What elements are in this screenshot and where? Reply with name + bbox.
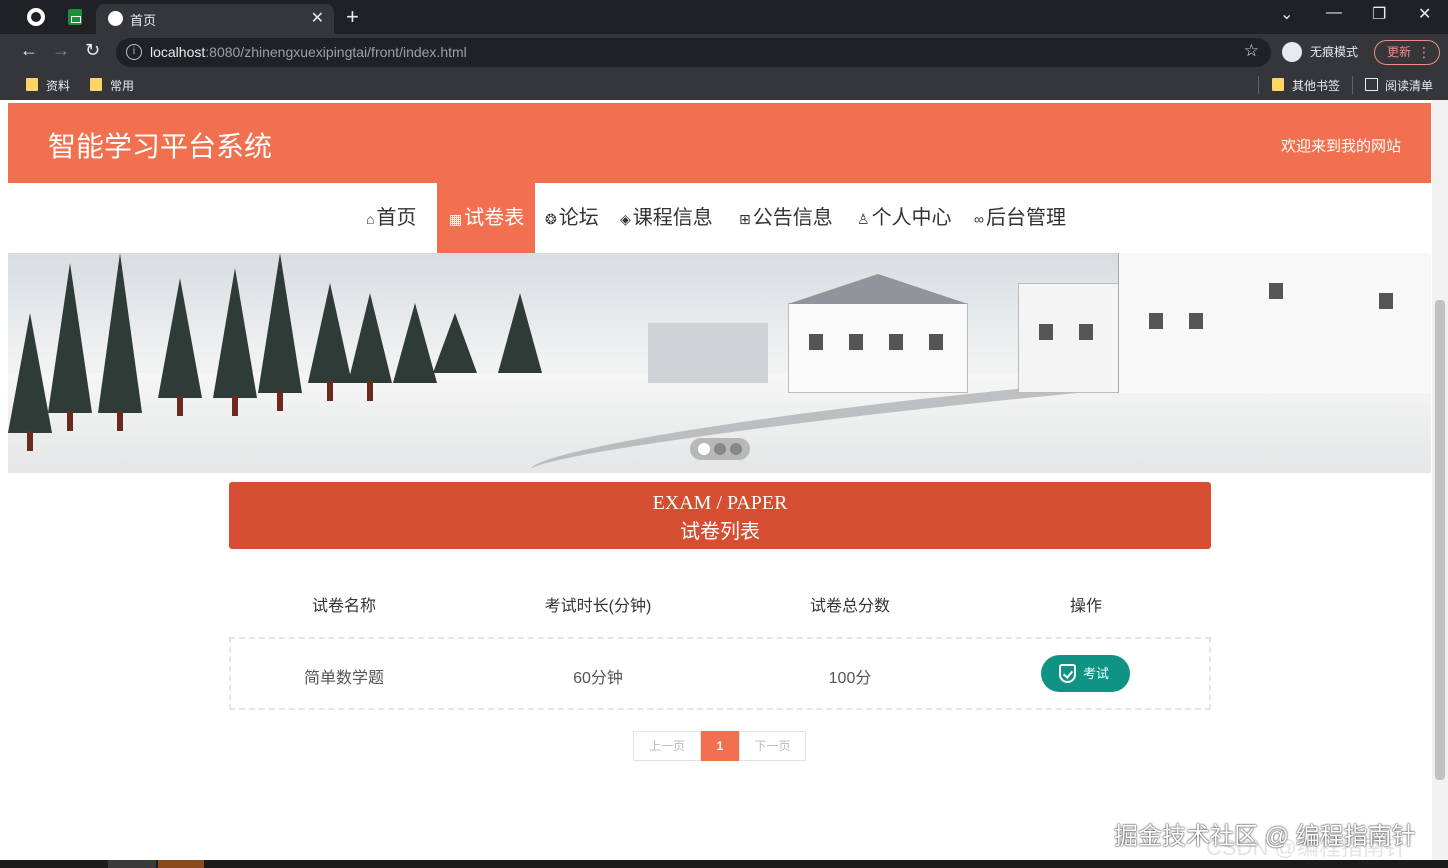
star-icon[interactable]: ☆ <box>1244 41 1259 61</box>
carousel-indicator <box>690 438 750 460</box>
home-icon: ⌂ <box>366 211 375 227</box>
scrollbar-thumb[interactable] <box>1435 300 1445 780</box>
main-nav: ⌂ 首页 ▦ 试卷表 ❂ 论坛 ◈ 课程信息 ⊞ 公告信息 ♙ 个人中心 ∞ 后台管理 <box>8 183 1431 253</box>
restore-button[interactable]: ❐ <box>1372 4 1386 24</box>
url-text[interactable]: localhost:8080/zhinengxuexipingtai/front… <box>150 44 467 60</box>
page-viewport: 智能学习平台系统 欢迎来到我的网站 ⌂ 首页 ▦ 试卷表 ❂ 论坛 ◈ 课程信息 ⊞ 公告… <box>0 100 1448 860</box>
carousel-dot[interactable] <box>714 443 726 455</box>
banner-trees <box>8 253 568 453</box>
nav-item-exam[interactable]: ▦ 试卷表 <box>437 183 535 253</box>
chevron-down-icon[interactable]: ⌄ <box>1280 4 1293 24</box>
prev-page-button[interactable]: 上一页 <box>633 731 701 761</box>
welcome-text: 欢迎来到我的网站 <box>1280 139 1401 155</box>
exam-score: 100分 <box>828 670 872 687</box>
info-icon[interactable]: i <box>126 44 142 60</box>
column-header: 试卷名称 <box>311 598 376 615</box>
nav-item-forum[interactable]: ❂ 论坛 <box>545 183 599 253</box>
active-tab[interactable]: 首页 ✕ <box>96 4 334 34</box>
nav-item-profile[interactable]: ♙ 个人中心 <box>857 183 952 253</box>
sheets-tab-icon[interactable] <box>68 9 82 25</box>
banner-buildings <box>648 253 1431 393</box>
incognito-indicator[interactable]: 无痕模式 <box>1280 40 1358 64</box>
update-button[interactable]: 更新 <box>1374 40 1440 65</box>
browser-tab-strip: 首页 ✕ + ⌄ — ❐ ✕ <box>0 0 1448 34</box>
back-button[interactable]: ← <box>20 40 38 61</box>
nav-item-course[interactable]: ◈ 课程信息 <box>620 183 713 253</box>
start-exam-button[interactable]: 考试 <box>1041 655 1130 692</box>
other-bookmarks[interactable]: 其他书签 <box>1270 77 1340 94</box>
tab-title: 首页 <box>130 13 157 28</box>
exam-name: 简单数学题 <box>303 670 384 687</box>
nav-item-notice[interactable]: ⊞ 公告信息 <box>739 183 833 253</box>
column-header: 考试时长(分钟) <box>544 598 652 615</box>
exam-duration: 60分钟 <box>573 670 623 687</box>
reading-list[interactable]: 阅读清单 <box>1363 77 1433 94</box>
divider <box>1352 76 1353 94</box>
site-title: 智能学习平台系统 <box>48 131 273 162</box>
address-bar[interactable]: i localhost:8080/zhinengxuexipingtai/fro… <box>116 38 1271 67</box>
section-title-cn: 试卷列表 <box>680 521 760 543</box>
minimize-button[interactable]: — <box>1326 4 1342 22</box>
section-title-en: EXAM / PAPER <box>652 492 788 514</box>
forum-icon: ❂ <box>545 211 557 227</box>
gift-icon: ⊞ <box>739 211 751 227</box>
divider <box>1258 76 1259 94</box>
nav-item-admin[interactable]: ∞ 后台管理 <box>974 183 1066 253</box>
link-icon: ∞ <box>974 211 984 227</box>
close-icon[interactable]: ✕ <box>311 8 324 28</box>
carousel-dot[interactable] <box>730 443 742 455</box>
next-page-button[interactable]: 下一页 <box>739 731 806 761</box>
taskbar <box>0 860 1448 868</box>
taskbar-item[interactable] <box>108 860 156 868</box>
scrollbar[interactable] <box>1432 100 1448 860</box>
user-icon: ♙ <box>857 211 870 227</box>
bookmark-folder[interactable]: 常用 <box>88 77 134 94</box>
new-tab-button[interactable]: + <box>346 4 359 30</box>
carousel-dot[interactable] <box>698 443 710 455</box>
carousel-banner[interactable] <box>8 253 1431 473</box>
bookmarks-bar: 资料 常用 其他书签 阅读清单 <box>0 70 1448 100</box>
browser-toolbar: ← → ↻ i localhost:8080/zhinengxuexipingt… <box>0 34 1448 70</box>
column-header: 操作 <box>1069 598 1102 615</box>
grid-icon: ▦ <box>449 211 463 227</box>
shield-icon <box>1059 664 1076 683</box>
column-header: 试卷总分数 <box>809 598 890 615</box>
watermark: 掘金技术社区 @ 编程指南针 <box>1114 823 1416 850</box>
current-page[interactable]: 1 <box>701 731 739 761</box>
section-title: EXAM / PAPER 试卷列表 <box>229 482 1211 549</box>
taskbar-item[interactable] <box>158 860 204 868</box>
close-window-button[interactable]: ✕ <box>1418 4 1431 24</box>
bookmark-folder[interactable]: 资料 <box>24 77 70 94</box>
start-exam-label: 考试 <box>1083 666 1110 681</box>
site-header: 智能学习平台系统 欢迎来到我的网站 <box>8 103 1431 183</box>
layers-icon: ◈ <box>620 211 631 227</box>
reload-button[interactable]: ↻ <box>85 40 100 61</box>
globe-icon <box>108 11 123 26</box>
forward-button[interactable]: → <box>52 40 70 61</box>
nav-item-home[interactable]: ⌂ 首页 <box>366 183 416 253</box>
globe-icon[interactable] <box>27 8 45 26</box>
